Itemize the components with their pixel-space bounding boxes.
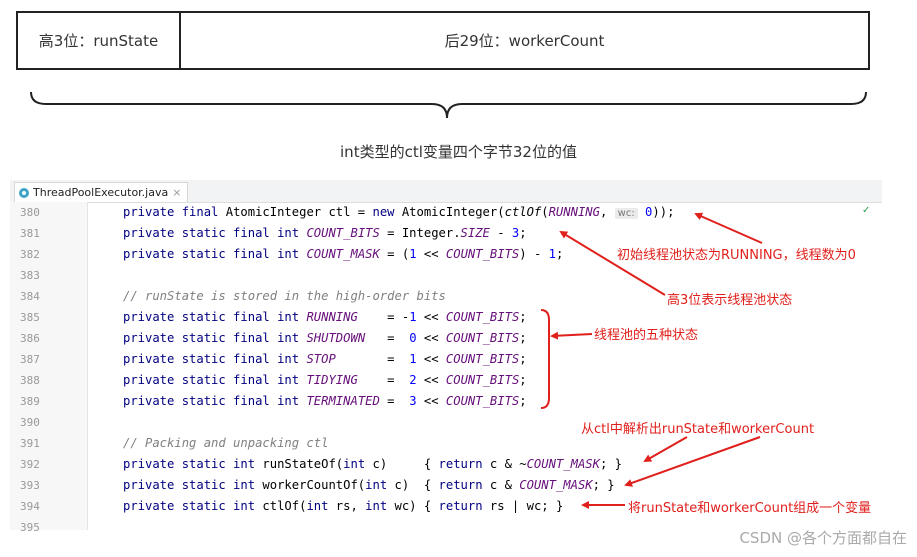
annotation-compose-ctl: 将runState和workerCount组成一个变量: [628, 501, 872, 516]
bracket-five-states: [540, 309, 550, 409]
annotation-arrows: [540, 212, 763, 509]
annotation-high3-state: 高3位表示线程池状态: [667, 293, 793, 308]
annotation-parse-ctl: 从ctl中解析出runState和workerCount: [581, 422, 815, 437]
annotation-five-states: 线程池的五种状态: [594, 328, 699, 343]
arrow-five-states: [550, 331, 593, 340]
arrow-parse-runstate: [643, 436, 688, 462]
watermark: CSDN @各个方面都自在: [739, 529, 907, 547]
arrow-initial-state: [694, 212, 763, 244]
annotation-initial-state: 初始线程池状态为RUNNING，线程数为0: [617, 248, 856, 263]
arrow-high3-state: [559, 230, 666, 296]
